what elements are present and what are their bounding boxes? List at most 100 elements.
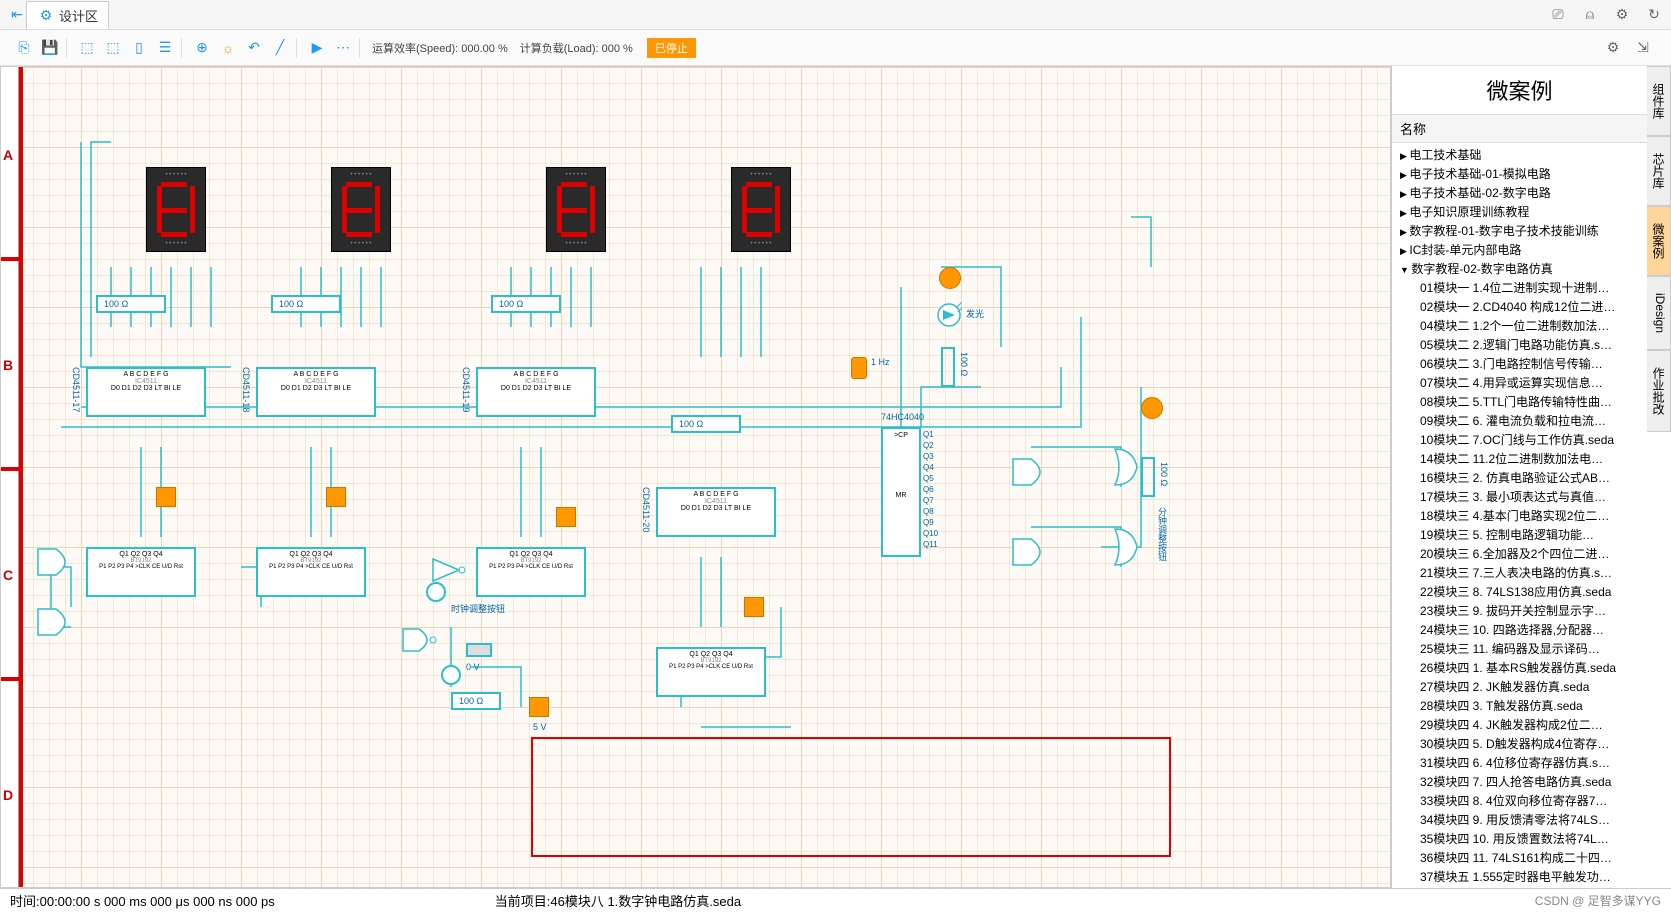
toolbar-gear-icon[interactable]: ⚙	[1603, 38, 1623, 58]
nand-gate[interactable]	[401, 627, 437, 653]
play-icon[interactable]: ▶	[307, 38, 327, 58]
push-button[interactable]	[441, 665, 461, 685]
tag2-icon[interactable]: ⬚	[103, 38, 123, 58]
tree-item[interactable]: 24模块三 10. 四路选择器,分配器…	[1396, 620, 1643, 639]
sun-icon[interactable]: ☼	[218, 38, 238, 58]
tree-item[interactable]: 35模块四 10. 用反馈置数法将74L…	[1396, 829, 1643, 848]
switch[interactable]	[466, 643, 492, 657]
menu-collapse-icon[interactable]: ⇤	[8, 6, 26, 24]
probe-node[interactable]	[156, 487, 176, 507]
side-tab-chips[interactable]: 芯片库	[1647, 136, 1671, 206]
tree-item[interactable]: 20模块三 6.全加器及2个四位二进…	[1396, 544, 1643, 563]
step-icon[interactable]: ⋯	[333, 38, 353, 58]
chip-cd4511-20[interactable]: A B C D E F GIC4511D0 D1 D2 D3 LT BI LE	[656, 487, 776, 537]
and-gate[interactable]	[36, 607, 76, 637]
tree-item[interactable]: 19模块三 5. 控制电路逻辑功能…	[1396, 525, 1643, 544]
settings-icon[interactable]: ⚙	[1613, 6, 1631, 24]
or-gate[interactable]	[1111, 447, 1141, 487]
export-icon[interactable]: ⇲	[1633, 38, 1653, 58]
led-indicator[interactable]	[1141, 397, 1163, 419]
stop-button[interactable]: 已停止	[647, 38, 696, 58]
seven-seg-display-2[interactable]: • • • • • •• • • • • •	[331, 167, 391, 252]
tree-item[interactable]: 01模块一 1.4位二进制实现十进制…	[1396, 278, 1643, 297]
seven-seg-display-1[interactable]: • • • • • • • • • • • •	[146, 167, 206, 252]
clock-source[interactable]	[851, 357, 867, 379]
tag1-icon[interactable]: ⬚	[77, 38, 97, 58]
side-tab-components[interactable]: 组件库	[1647, 66, 1671, 136]
resistor-pack-2[interactable]: 100 Ω	[271, 295, 341, 313]
not-gate[interactable]	[431, 557, 467, 583]
tree-item[interactable]: 37模块五 1.555定时器电平触发功…	[1396, 867, 1643, 886]
tree-item[interactable]: 29模块四 4. JK触发器构成2位二…	[1396, 715, 1643, 734]
resistor-single-2[interactable]	[1141, 457, 1155, 497]
counter-chip-2[interactable]: Q1 Q2 Q3 Q4BT9192P1 P2 P3 P4 >CLK CE U/D…	[256, 547, 366, 597]
resistor-pack-3[interactable]: 100 Ω	[491, 295, 561, 313]
probe-node[interactable]	[326, 487, 346, 507]
probe-node[interactable]	[556, 507, 576, 527]
tree-item[interactable]: 30模块四 5. D触发器构成4位寄存…	[1396, 734, 1643, 753]
tree-item[interactable]: 34模块四 9. 用反馈清零法将74LS…	[1396, 810, 1643, 829]
user-icon[interactable]: ⍝	[1581, 6, 1599, 24]
tree-item[interactable]: 31模块四 6. 4位移位寄存器仿真.s…	[1396, 753, 1643, 772]
book-icon[interactable]: ▯	[129, 38, 149, 58]
tree-item[interactable]: 26模块四 1. 基本RS触发器仿真.seda	[1396, 658, 1643, 677]
tree-root[interactable]: 电子技术基础-01-模拟电路	[1396, 164, 1643, 183]
zoom-in-icon[interactable]: ⊕	[192, 38, 212, 58]
and-gate[interactable]	[1011, 457, 1051, 487]
counter-chip-1[interactable]: Q1 Q2 Q3 Q4BT9192P1 P2 P3 P4 >CLK CE U/D…	[86, 547, 196, 597]
tree-item[interactable]: 07模块二 4.用异或运算实现信息…	[1396, 373, 1643, 392]
tree-item[interactable]: 23模块三 9. 拔码开关控制显示字…	[1396, 601, 1643, 620]
side-tab-homework[interactable]: 作业批改	[1647, 350, 1671, 432]
resistor-pack-1[interactable]: 100 Ω	[96, 295, 166, 313]
push-button-clock[interactable]	[426, 582, 446, 602]
refresh-icon[interactable]: ↻	[1645, 6, 1663, 24]
tree-item[interactable]: 16模块三 2. 仿真电路验证公式AB…	[1396, 468, 1643, 487]
tree-root[interactable]: 电工技术基础	[1396, 145, 1643, 164]
tree-item[interactable]: 14模块二 11.2位二进制数加法电…	[1396, 449, 1643, 468]
counter-chip-4[interactable]: Q1 Q2 Q3 Q4BT9192P1 P2 P3 P4 >CLK CE U/D…	[656, 647, 766, 697]
tree-root[interactable]: 电子知识原理训练教程	[1396, 202, 1643, 221]
undo-icon[interactable]: ↶	[244, 38, 264, 58]
tab-design-area[interactable]: ⚙ 设计区	[26, 1, 109, 29]
tree-item[interactable]: 02模块一 2.CD4040 构成12位二进…	[1396, 297, 1643, 316]
tree-item[interactable]: 21模块三 7.三人表决电路的仿真.s…	[1396, 563, 1643, 582]
or-gate[interactable]	[1111, 527, 1141, 567]
probe-node[interactable]	[529, 697, 549, 717]
counter-chip-3[interactable]: Q1 Q2 Q3 Q4BT9192P1 P2 P3 P4 >CLK CE U/D…	[476, 547, 586, 597]
tree-item[interactable]: 36模块四 11. 74LS161构成二十四…	[1396, 848, 1643, 867]
tree-item[interactable]: 25模块三 11. 编码器及显示译码…	[1396, 639, 1643, 658]
resistor-pack-4[interactable]: 100 Ω	[671, 415, 741, 433]
tree-item[interactable]: 18模块三 4.基本门电路实现2位二…	[1396, 506, 1643, 525]
tree-item[interactable]: 28模块四 3. T触发器仿真.seda	[1396, 696, 1643, 715]
and-gate[interactable]	[1011, 537, 1051, 567]
led-indicator[interactable]	[939, 267, 961, 289]
side-tab-idesign[interactable]: iDesign	[1647, 276, 1671, 350]
tree-item[interactable]: 09模块二 6. 灌电流负载和拉电流…	[1396, 411, 1643, 430]
chip-74hc4040[interactable]: >CPMR	[881, 427, 921, 557]
tree-item[interactable]: 10模块二 7.OC门线与工作仿真.seda	[1396, 430, 1643, 449]
seven-seg-display-4[interactable]: • • • • • •• • • • • •	[731, 167, 791, 252]
and-gate[interactable]	[36, 547, 76, 577]
new-icon[interactable]: ⎘	[14, 38, 34, 58]
resistor-single-1[interactable]	[941, 347, 955, 387]
tree-item[interactable]: 17模块三 3. 最小项表达式与真值…	[1396, 487, 1643, 506]
resistor-bottom[interactable]: 100 Ω	[451, 692, 501, 710]
led-diode[interactable]	[936, 302, 962, 328]
tree-item[interactable]: 04模块二 1.2个一位二进制数加法…	[1396, 316, 1643, 335]
tree-item[interactable]: 33模块四 8. 4位双向移位寄存器7…	[1396, 791, 1643, 810]
case-tree[interactable]: 电工技术基础 电子技术基础-01-模拟电路 电子技术基础-02-数字电路 电子知…	[1392, 143, 1647, 888]
side-tab-cases[interactable]: 微案例	[1647, 206, 1671, 276]
chip-cd4511-19[interactable]: A B C D E F GIC4511D0 D1 D2 D3 LT BI LE	[476, 367, 596, 417]
tree-item[interactable]: 05模块二 2.逻辑门电路功能仿真.s…	[1396, 335, 1643, 354]
tree-root[interactable]: 数字教程-01-数字电子技术技能训练	[1396, 221, 1643, 240]
layout-icon[interactable]: ⎚	[1549, 6, 1567, 24]
tree-item[interactable]: 38模块五 2.555构成的施密特触发…	[1396, 886, 1643, 888]
line-icon[interactable]: ╱	[270, 38, 290, 58]
save-icon[interactable]: 💾	[40, 38, 60, 58]
chip-cd4511-17[interactable]: A B C D E F G IC4511 D0 D1 D2 D3 LT BI L…	[86, 367, 206, 417]
tree-item[interactable]: 08模块二 5.TTL门电路传输特性曲…	[1396, 392, 1643, 411]
seven-seg-display-3[interactable]: • • • • • •• • • • • •	[546, 167, 606, 252]
chip-cd4511-18[interactable]: A B C D E F GIC4511D0 D1 D2 D3 LT BI LE	[256, 367, 376, 417]
schematic-canvas[interactable]: A B C D	[1, 67, 1390, 887]
tree-item[interactable]: 32模块四 7. 四人抢答电路仿真.seda	[1396, 772, 1643, 791]
